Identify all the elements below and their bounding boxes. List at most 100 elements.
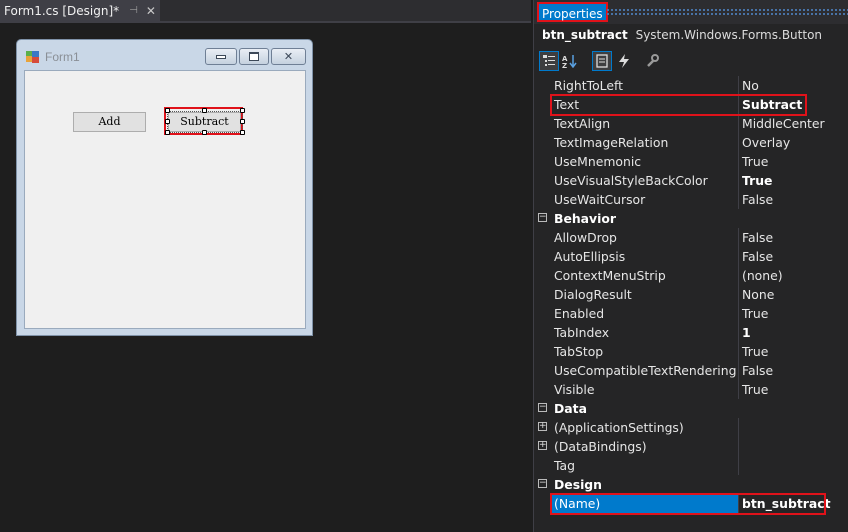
property-name: UseVisualStyleBackColor [554,173,708,188]
column-divider [738,380,739,399]
property-row-databindings[interactable]: + (DataBindings) [534,437,848,456]
add-button[interactable]: Add [73,112,146,132]
object-type: System.Windows.Forms.Button [635,28,823,42]
property-name: TextAlign [554,116,611,131]
resize-handle-s[interactable] [202,130,207,135]
property-row-usemnemonic[interactable]: UseMnemonic True [534,152,848,171]
properties-icon [596,54,608,68]
column-divider [738,247,739,266]
form-window[interactable]: Form1 ✕ Add Subtract [16,39,313,336]
column-divider [738,228,739,247]
alphabetical-icon: A Z [562,55,577,68]
resize-handle-sw[interactable] [165,130,170,135]
title-grip[interactable] [606,8,848,16]
column-divider [738,323,739,342]
property-row-usevisualstylebackcolor[interactable]: UseVisualStyleBackColor True [534,171,848,190]
document-tab-title: Form1.cs [Design]* [4,3,120,18]
category-design[interactable]: − Design [534,475,848,494]
property-name: (DataBindings) [554,439,647,454]
property-pages-button[interactable] [642,51,662,71]
property-row-autoellipsis[interactable]: AutoEllipsis False [534,247,848,266]
expand-icon[interactable]: + [538,441,547,450]
property-row-tag[interactable]: Tag [534,456,848,475]
property-value[interactable]: True [742,380,768,399]
category-label: Data [554,401,587,416]
resize-handle-nw[interactable] [165,108,170,113]
category-data[interactable]: − Data [534,399,848,418]
property-row-visible[interactable]: Visible True [534,380,848,399]
property-value[interactable]: (none) [742,266,783,285]
properties-title[interactable]: Properties [537,2,608,22]
property-row-tabstop[interactable]: TabStop True [534,342,848,361]
events-button[interactable] [614,51,634,71]
svg-text:Z: Z [562,62,567,68]
properties-button[interactable] [592,51,612,71]
property-row-usecompatibletextrendering[interactable]: UseCompatibleTextRendering False [534,361,848,380]
property-pages-icon [647,54,659,67]
collapse-icon[interactable]: − [538,479,547,488]
property-value[interactable]: Overlay [742,133,790,152]
property-row-allowdrop[interactable]: AllowDrop False [534,228,848,247]
category-behavior[interactable]: − Behavior [534,209,848,228]
subtract-button[interactable]: Subtract [168,112,241,132]
resize-handle-ne[interactable] [240,108,245,113]
property-value[interactable]: False [742,228,773,247]
form-close-button[interactable]: ✕ [271,48,306,65]
property-value[interactable]: True [742,342,768,361]
categorized-button[interactable] [539,51,559,71]
minimize-icon [216,54,226,59]
column-divider [738,171,739,190]
property-row-applicationsettings[interactable]: + (ApplicationSettings) [534,418,848,437]
property-row-dialogresult[interactable]: DialogResult None [534,285,848,304]
property-row-usewaitcursor[interactable]: UseWaitCursor False [534,190,848,209]
document-tab[interactable]: Form1.cs [Design]* ⊣ ✕ [0,0,160,21]
object-selector[interactable]: btn_subtract System.Windows.Forms.Button [534,24,848,46]
property-name: Enabled [554,306,605,321]
property-value[interactable]: True [742,304,768,323]
column-divider [738,342,739,361]
property-row-textimagerelation[interactable]: TextImageRelation Overlay [534,133,848,152]
property-value[interactable]: No [742,76,759,95]
property-row-tabindex[interactable]: TabIndex 1 [534,323,848,342]
property-row-enabled[interactable]: Enabled True [534,304,848,323]
property-row-contextmenustrip[interactable]: ContextMenuStrip (none) [534,266,848,285]
column-divider [738,133,739,152]
close-icon[interactable]: ✕ [146,4,156,18]
property-name: (ApplicationSettings) [554,420,684,435]
column-divider [738,304,739,323]
properties-toolbar: A Z [534,48,848,74]
collapse-icon[interactable]: − [538,403,547,412]
resize-handle-e[interactable] [240,119,245,124]
property-value[interactable]: 1 [742,323,751,342]
property-name: Tag [554,458,575,473]
property-name: ContextMenuStrip [554,268,666,283]
maximize-icon [249,52,259,61]
resize-handle-se[interactable] [240,130,245,135]
property-row-righttoleft[interactable]: RightToLeft No [534,76,848,95]
property-name: TextImageRelation [554,135,669,150]
expand-icon[interactable]: + [538,422,547,431]
property-value[interactable]: True [742,171,772,190]
property-value[interactable]: True [742,152,768,171]
property-value[interactable]: None [742,285,774,304]
property-row-textalign[interactable]: TextAlign MiddleCenter [534,114,848,133]
property-value[interactable]: False [742,361,773,380]
resize-handle-n[interactable] [202,108,207,113]
property-value[interactable]: False [742,247,773,266]
collapse-icon[interactable]: − [538,213,547,222]
column-divider [738,190,739,209]
pin-icon[interactable]: ⊣ [129,5,138,16]
form-client-area[interactable]: Add Subtract [24,70,306,329]
maximize-button[interactable] [239,48,269,65]
property-name: DialogResult [554,287,632,302]
property-value[interactable]: MiddleCenter [742,114,825,133]
alphabetical-button[interactable]: A Z [560,51,580,71]
resize-handle-w[interactable] [165,119,170,124]
column-divider [738,361,739,380]
property-value[interactable]: False [742,190,773,209]
category-label: Behavior [554,211,616,226]
column-divider [738,114,739,133]
property-grid[interactable]: RightToLeft No Text Subtract TextAlign Middle… [534,76,848,532]
document-tabstrip: Form1.cs [Design]* ⊣ ✕ [0,0,531,23]
minimize-button[interactable] [205,48,237,65]
